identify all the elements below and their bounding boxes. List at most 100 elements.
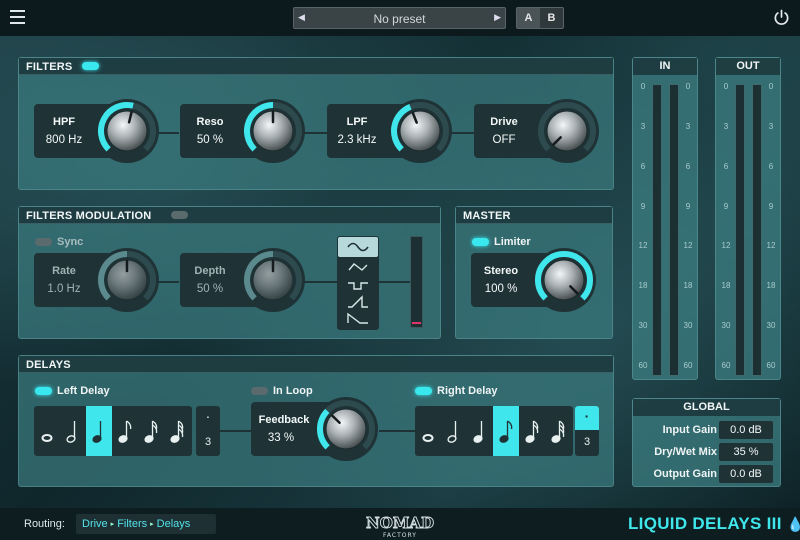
filters-modulation-enable-toggle[interactable] bbox=[171, 211, 188, 219]
in-loop-label: In Loop bbox=[273, 385, 313, 397]
bottom-bar: Routing: Drive ▸ Filters ▸ Delays NOMAD FACT… bbox=[0, 508, 800, 540]
drive-value[interactable]: OFF bbox=[474, 134, 534, 146]
dry-wet-mix-row: Dry/Wet Mix 35 % bbox=[633, 443, 779, 461]
meter-tick-label: 3 bbox=[685, 121, 691, 131]
triangle-wave-icon[interactable] bbox=[338, 257, 378, 277]
input-gain-value[interactable]: 0.0 dB bbox=[719, 421, 773, 439]
lpf-knob[interactable] bbox=[387, 98, 453, 164]
in-loop-led[interactable] bbox=[251, 387, 268, 395]
right-delay-triplet-button[interactable]: · 3 bbox=[575, 406, 599, 456]
dry-wet-mix-label: Dry/Wet Mix bbox=[654, 446, 717, 458]
right-delay-note-selector bbox=[415, 406, 573, 456]
sixteenth-note-icon[interactable] bbox=[138, 406, 164, 456]
input-gain-row: Input Gain 0.0 dB bbox=[633, 421, 779, 439]
right-delay-led[interactable] bbox=[415, 387, 432, 395]
input-meter-left bbox=[652, 84, 662, 376]
meter-tick-label: 0 bbox=[768, 82, 774, 91]
input-meter-label: IN bbox=[633, 58, 697, 75]
hpf-value[interactable]: 800 Hz bbox=[34, 134, 94, 146]
depth-label: Depth bbox=[194, 265, 226, 277]
drive-knob[interactable] bbox=[534, 98, 600, 164]
left-delay-triplet-button[interactable]: · 3 bbox=[196, 406, 220, 456]
depth-value[interactable]: 50 % bbox=[180, 283, 240, 295]
modulation-level-meter bbox=[410, 236, 423, 328]
sixteenth-note-icon[interactable] bbox=[519, 406, 545, 456]
left-delay-toggle[interactable]: Left Delay bbox=[35, 385, 135, 399]
sync-label: Sync bbox=[57, 236, 84, 248]
output-gain-label: Output Gain bbox=[653, 468, 717, 480]
hpf-knob[interactable] bbox=[94, 98, 160, 164]
a-button[interactable]: A bbox=[517, 8, 540, 28]
b-button[interactable]: B bbox=[540, 8, 563, 28]
whole-note-icon[interactable] bbox=[34, 406, 60, 456]
rate-value[interactable]: 1.0 Hz bbox=[34, 283, 94, 295]
stereo-value[interactable]: 100 % bbox=[471, 283, 531, 295]
stereo-label: Stereo bbox=[483, 265, 519, 277]
routing-step-delays: Delays bbox=[156, 518, 191, 530]
preset-selector[interactable]: ◀ No preset ▶ bbox=[293, 7, 506, 29]
whole-note-icon[interactable] bbox=[415, 406, 441, 456]
meter-tick-label: 12 bbox=[766, 241, 776, 251]
thirty-second-note-icon[interactable] bbox=[545, 406, 571, 456]
output-meter-right bbox=[752, 84, 762, 376]
lpf-value[interactable]: 2.3 kHz bbox=[327, 134, 387, 146]
svg-text:FACTORY: FACTORY bbox=[383, 532, 417, 539]
waveform-selector bbox=[337, 236, 379, 330]
output-meter-panel: OUT 0 3 6 9 12 18 30 60 0 3 6 9 12 18 30 60 bbox=[715, 57, 781, 380]
sine-wave-icon[interactable] bbox=[338, 237, 378, 257]
feedback-value[interactable]: 33 % bbox=[251, 432, 311, 444]
output-gain-value[interactable]: 0.0 dB bbox=[719, 465, 773, 483]
previous-preset-icon[interactable]: ◀ bbox=[298, 12, 305, 23]
routing-selector[interactable]: Drive ▸ Filters ▸ Delays bbox=[76, 514, 216, 534]
dotted-note-icon: · bbox=[205, 408, 211, 424]
meter-tick-label: 6 bbox=[640, 161, 646, 171]
drive-label: Drive bbox=[490, 116, 518, 128]
meter-tick-label: 12 bbox=[721, 241, 731, 251]
meter-tick-label: 9 bbox=[768, 201, 774, 211]
hamburger-menu-icon[interactable] bbox=[10, 10, 25, 24]
rate-knob[interactable] bbox=[94, 247, 160, 313]
meter-tick-label: 3 bbox=[640, 121, 646, 131]
thirty-second-note-icon[interactable] bbox=[164, 406, 190, 456]
quarter-note-icon[interactable] bbox=[467, 406, 493, 456]
meter-tick-label: 60 bbox=[721, 361, 731, 370]
power-icon[interactable] bbox=[773, 9, 790, 26]
meter-tick-label: 18 bbox=[721, 281, 731, 291]
output-gain-row: Output Gain 0.0 dB bbox=[633, 465, 779, 483]
water-drop-icon: 💧 bbox=[786, 516, 800, 532]
feedback-knob[interactable] bbox=[313, 396, 379, 462]
input-meter-panel: IN 0 3 6 9 12 18 30 60 0 3 6 9 12 18 30 60 bbox=[632, 57, 698, 380]
reso-label: Reso bbox=[196, 116, 224, 128]
right-delay-toggle[interactable]: Right Delay bbox=[415, 385, 525, 399]
dry-wet-mix-value[interactable]: 35 % bbox=[719, 443, 773, 461]
meter-tick-label: 30 bbox=[638, 321, 648, 331]
product-name: LIQUID DELAYS III 💧 bbox=[628, 514, 800, 534]
input-gain-label: Input Gain bbox=[662, 424, 717, 436]
limiter-led[interactable] bbox=[472, 238, 489, 246]
eighth-note-icon[interactable] bbox=[493, 406, 519, 456]
global-title: GLOBAL bbox=[633, 399, 780, 416]
reso-value[interactable]: 50 % bbox=[180, 134, 240, 146]
sync-led[interactable] bbox=[35, 238, 52, 246]
master-panel: MASTER Limiter Stereo 100 % bbox=[455, 206, 613, 339]
filters-enable-toggle[interactable] bbox=[82, 62, 99, 70]
left-delay-led[interactable] bbox=[35, 387, 52, 395]
triplet-label: 3 bbox=[583, 436, 591, 448]
saw-down-wave-icon[interactable] bbox=[338, 309, 378, 329]
feedback-label: Feedback bbox=[258, 414, 310, 426]
top-bar: ◀ No preset ▶ A B bbox=[0, 0, 800, 36]
meter-tick-label: 0 bbox=[685, 82, 691, 91]
half-note-icon[interactable] bbox=[441, 406, 467, 456]
stereo-knob[interactable] bbox=[531, 247, 597, 313]
divider bbox=[219, 430, 255, 432]
meter-tick-label: 18 bbox=[766, 281, 776, 291]
quarter-note-icon[interactable] bbox=[86, 406, 112, 456]
reso-knob[interactable] bbox=[240, 98, 306, 164]
depth-knob[interactable] bbox=[240, 247, 306, 313]
next-preset-icon[interactable]: ▶ bbox=[494, 12, 501, 23]
limiter-label: Limiter bbox=[494, 236, 531, 248]
eighth-note-icon[interactable] bbox=[112, 406, 138, 456]
half-note-icon[interactable] bbox=[60, 406, 86, 456]
meter-tick-label: 0 bbox=[723, 82, 729, 91]
meter-tick-label: 3 bbox=[768, 121, 774, 131]
